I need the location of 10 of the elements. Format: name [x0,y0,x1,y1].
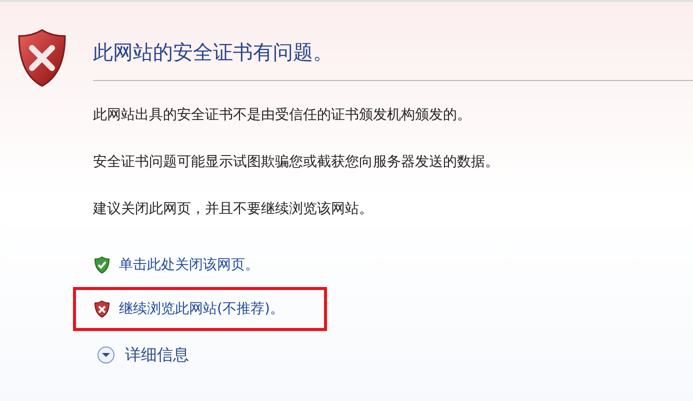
check-shield-icon [94,256,110,274]
message-text: 安全证书问题可能显示试图欺骗您或截获您向服务器发送的数据。 [93,153,500,172]
error-shield-icon [17,28,67,88]
message-text: 建议关闭此网页，并且不要继续浏览该网站。 [93,200,374,219]
link[interactable]: 单击此处关闭该网页。 [94,254,259,276]
error-shield-icon [94,300,110,318]
page-title: 此网站的安全证书有问题。 [93,39,334,66]
link[interactable]: 继续浏览此网站(不推荐)。 [94,298,284,320]
details-toggle[interactable]: 详细信息 [97,343,189,367]
message-text: 此网站出具的安全证书不是由受信任的证书颁发机构颁发的。 [93,106,472,125]
